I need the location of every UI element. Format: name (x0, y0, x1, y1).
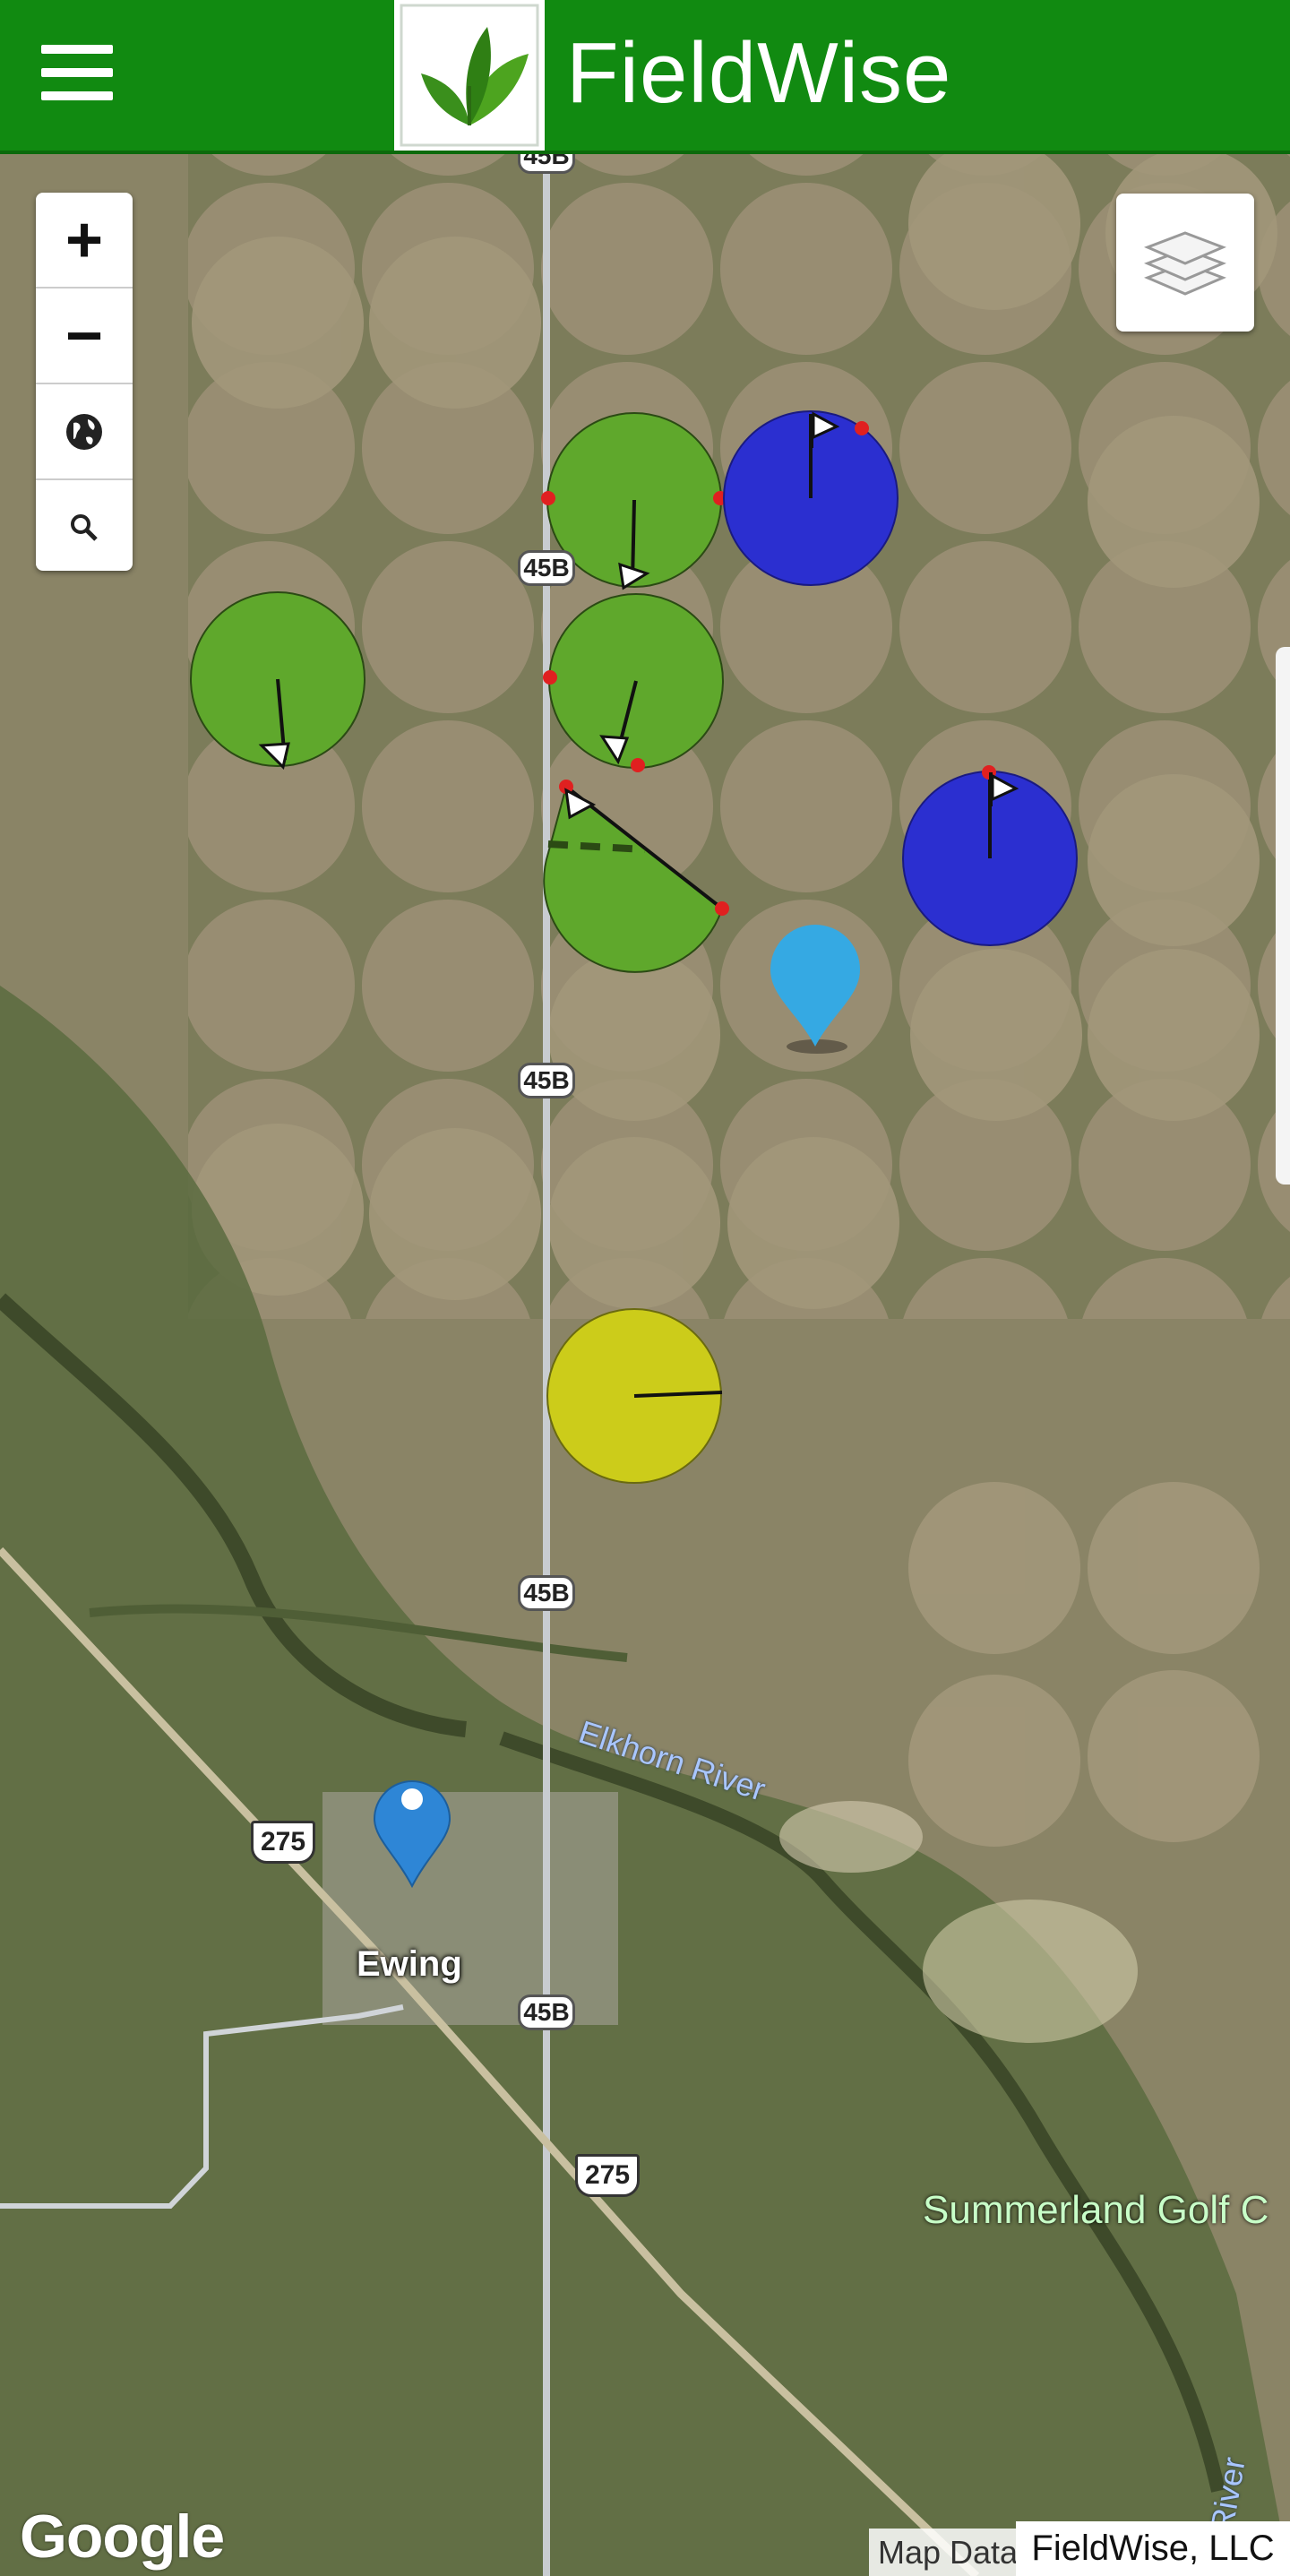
layers-icon (1144, 231, 1226, 296)
us-route-shield-275: 275 (251, 1821, 315, 1864)
road-shield-45b: 45B (518, 1994, 575, 2030)
town-label: Ewing (357, 1944, 462, 1984)
pivot-field-green-2[interactable] (190, 591, 366, 767)
road-shield-45b: 45B (518, 1063, 575, 1098)
app-header: FieldWise (0, 0, 1290, 154)
brand-attribution: FieldWise, LLC (1016, 2521, 1290, 2576)
golf-course-label: Summerland Golf C (923, 2188, 1269, 2232)
globe-button[interactable] (36, 384, 133, 480)
layers-button[interactable] (1116, 194, 1254, 332)
road-shield-45b: 45B (518, 1575, 575, 1611)
side-panel-handle[interactable] (1276, 647, 1290, 1185)
road-shield-45b: 45B (518, 550, 575, 586)
road-shield-45b: 45B (518, 154, 575, 174)
search-button[interactable] (36, 480, 133, 571)
globe-icon (66, 413, 102, 450)
fieldwise-leaf-logo (394, 0, 545, 151)
google-logo: Google (20, 2503, 225, 2571)
map-data-attribution[interactable]: Map Data (869, 2529, 1028, 2576)
search-icon (71, 513, 98, 541)
menu-icon[interactable] (38, 41, 120, 104)
map-controls: + − (36, 193, 133, 571)
zoom-out-button[interactable]: − (36, 289, 133, 384)
us-route-shield-275: 275 (575, 2154, 640, 2197)
satellite-map[interactable]: 45B 45B 45B 45B 45B 275 275 Ewing Elkhor… (0, 154, 1290, 2576)
pivot-field-yellow[interactable] (546, 1308, 723, 1484)
zoom-in-button[interactable]: + (36, 193, 133, 289)
app-title: FieldWise (566, 25, 952, 121)
